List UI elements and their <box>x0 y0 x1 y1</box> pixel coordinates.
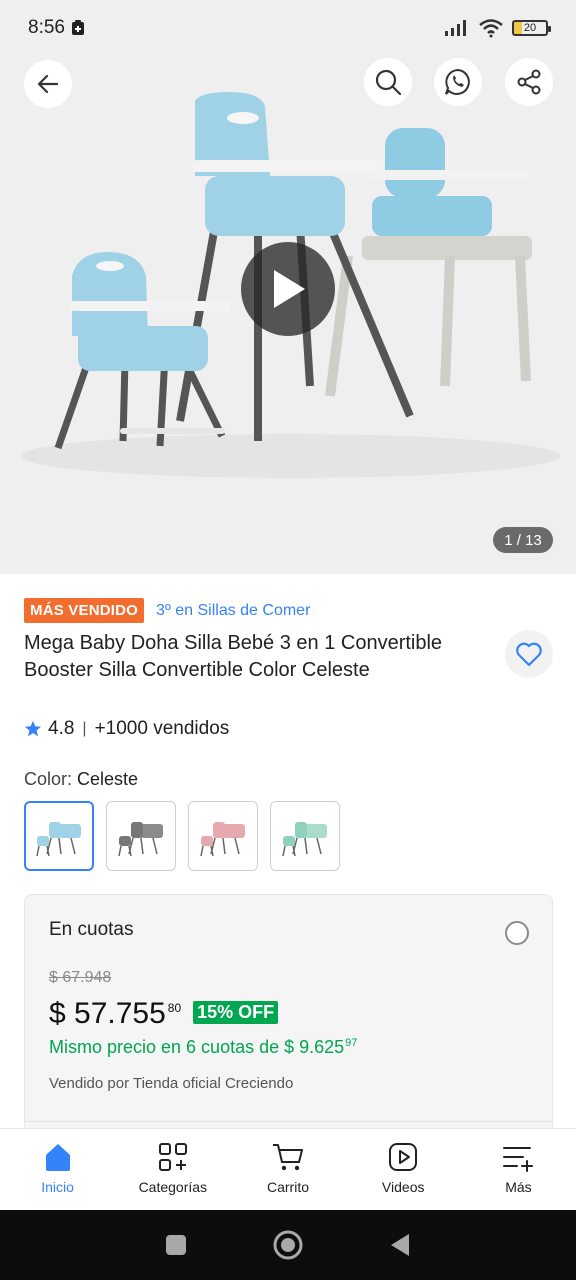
nav-item-categorias[interactable]: Categorías <box>115 1129 230 1210</box>
back-button[interactable] <box>24 60 72 108</box>
product-title: Mega Baby Doha Silla Bebé 3 en 1 Convert… <box>24 632 443 681</box>
option-radio[interactable] <box>505 921 529 945</box>
color-swatch-gris[interactable] <box>106 801 176 871</box>
categories-icon <box>158 1143 187 1171</box>
color-swatch-celeste[interactable] <box>24 801 94 871</box>
play-icon <box>274 270 305 308</box>
wifi-icon <box>479 19 503 38</box>
nav-item-inicio[interactable]: Inicio <box>0 1129 115 1210</box>
share-button[interactable] <box>505 58 553 106</box>
home-circle-icon[interactable] <box>272 1229 304 1261</box>
favorite-button[interactable] <box>505 630 553 678</box>
best-seller-badge: MÁS VENDIDO <box>24 598 145 623</box>
nav-item-mas[interactable]: Más <box>461 1129 576 1210</box>
search-button[interactable] <box>364 58 412 106</box>
selected-color: Celeste <box>77 769 139 789</box>
heart-icon <box>516 642 542 667</box>
installments-text: Mismo precio en 6 cuotas de $ 9.625 <box>49 1037 345 1057</box>
installments-option-card[interactable]: En cuotas $ 67.948 $ 57.755 80 15% OFF M… <box>24 894 553 1134</box>
nav-label: Categorías <box>138 1179 208 1195</box>
cart-icon <box>273 1144 303 1171</box>
rating-separator: | <box>82 720 87 737</box>
whatsapp-icon <box>445 68 470 95</box>
swatch-thumbnail <box>282 822 327 857</box>
whatsapp-share-button[interactable] <box>434 58 482 106</box>
discount-badge: 15% OFF <box>193 1001 279 1024</box>
current-price-cents: 80 <box>167 1001 182 1015</box>
installments-cents: 97 <box>345 1037 358 1049</box>
color-label: Color: Celeste <box>24 769 138 790</box>
bottom-navigation: Inicio Categorías Carrito Videos Más <box>0 1128 576 1210</box>
star-icon <box>24 720 42 737</box>
swatch-thumbnail <box>118 822 163 857</box>
nav-label: Más <box>505 1179 532 1195</box>
price-row: $ 57.755 80 15% OFF <box>49 997 279 1031</box>
status-bar: 8:56 20 <box>0 0 576 56</box>
nav-label: Videos <box>381 1179 425 1195</box>
color-swatches <box>24 801 340 871</box>
card-divider <box>25 1121 552 1122</box>
battery-icon: 20 <box>512 20 551 36</box>
color-swatch-rosa[interactable] <box>188 801 258 871</box>
seller-info: Vendido por Tienda oficial Creciendo <box>49 1075 294 1092</box>
badges-row: MÁS VENDIDO 3º en Sillas de Comer <box>24 598 310 623</box>
home-icon <box>45 1144 70 1171</box>
play-video-button[interactable] <box>241 242 335 336</box>
status-time: 8:56 <box>28 17 65 38</box>
current-price: $ 57.755 <box>49 997 166 1030</box>
rating-value: 4.8 <box>48 718 75 739</box>
rating-row[interactable]: 4.8 | +1000 vendidos <box>24 718 229 740</box>
recents-icon[interactable] <box>164 1233 188 1257</box>
color-swatch-verde[interactable] <box>270 801 340 871</box>
nav-label: Inicio <box>41 1179 74 1195</box>
nav-item-carrito[interactable]: Carrito <box>230 1129 345 1210</box>
signal-icon <box>445 20 466 36</box>
search-icon <box>375 69 402 96</box>
notification-icon <box>71 20 84 35</box>
nav-label: Carrito <box>267 1179 310 1195</box>
swatch-thumbnail <box>200 822 245 857</box>
share-icon <box>517 69 541 95</box>
arrow-left-icon <box>37 74 59 94</box>
sold-count: +1000 vendidos <box>94 718 230 739</box>
option-title: En cuotas <box>49 919 134 940</box>
battery-level: 20 <box>523 22 537 34</box>
category-rank-link[interactable]: 3º en Sillas de Comer <box>156 602 310 620</box>
back-triangle-icon[interactable] <box>388 1232 412 1258</box>
system-navigation-bar <box>0 1210 576 1280</box>
original-price: $ 67.948 <box>49 969 112 986</box>
nav-item-videos[interactable]: Videos <box>346 1129 461 1210</box>
videos-icon <box>389 1143 418 1171</box>
more-icon <box>503 1147 534 1172</box>
product-image-gallery[interactable]: 1 / 13 <box>0 56 576 574</box>
swatch-thumbnail <box>36 822 81 857</box>
image-counter: 1 / 13 <box>493 527 553 553</box>
installments-info: Mismo precio en 6 cuotas de $ 9.625 97 <box>49 1037 357 1058</box>
color-label-text: Color: <box>24 769 73 789</box>
